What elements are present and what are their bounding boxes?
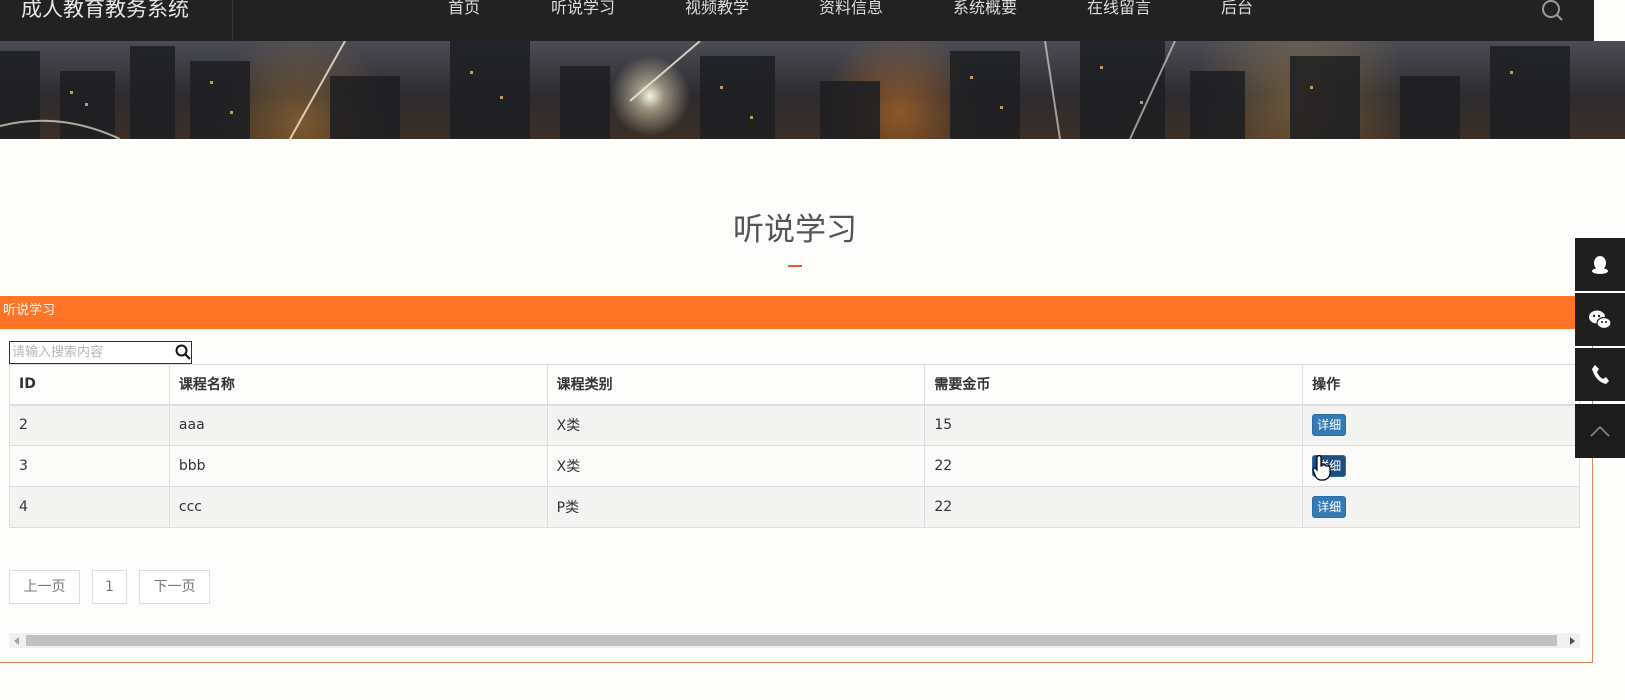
scrollbar-thumb[interactable] xyxy=(26,635,1557,646)
cell-id: 4 xyxy=(9,486,170,528)
cell-coins: 22 xyxy=(924,486,1304,528)
cell-category: P类 xyxy=(546,486,926,528)
top-navbar: 成人教育教务系统 首页 听说学习 视频教学 资料信息 系统概要 在线留言 后台 xyxy=(0,0,1594,41)
nav-item-home[interactable]: 首页 xyxy=(448,0,480,22)
table-header-row: ID 课程名称 课程类别 需要金币 操作 xyxy=(9,364,1580,406)
table-row: 2 aaa X类 15 详细 xyxy=(9,404,1580,446)
phone-icon xyxy=(1592,364,1609,384)
qq-button[interactable] xyxy=(1575,238,1625,291)
nav-item-listening[interactable]: 听说学习 xyxy=(551,0,615,22)
cell-category: X类 xyxy=(546,445,926,487)
scroll-left-arrow-icon[interactable] xyxy=(14,637,19,645)
nav-item-materials[interactable]: 资料信息 xyxy=(819,0,883,22)
back-to-top-button[interactable] xyxy=(1575,404,1625,458)
search-box xyxy=(9,341,192,364)
column-header-id: ID xyxy=(9,364,170,406)
next-page-button[interactable]: 下一页 xyxy=(139,570,210,604)
cell-id: 2 xyxy=(9,404,170,446)
title-divider xyxy=(232,0,233,41)
detail-button[interactable]: 详细 xyxy=(1312,496,1347,518)
header-search-icon[interactable] xyxy=(1540,0,1566,26)
qq-icon xyxy=(1592,255,1608,274)
column-header-category: 课程类别 xyxy=(546,364,926,406)
column-header-action: 操作 xyxy=(1302,364,1580,406)
nav-item-messages[interactable]: 在线留言 xyxy=(1087,0,1151,22)
horizontal-scrollbar[interactable] xyxy=(9,633,1580,648)
cell-name: bbb xyxy=(168,445,548,487)
cell-action: 详细 xyxy=(1302,445,1580,487)
detail-button[interactable]: 详细 xyxy=(1312,455,1347,477)
banner-image xyxy=(0,41,1625,139)
scroll-right-arrow-icon[interactable] xyxy=(1570,637,1575,645)
cell-action: 详细 xyxy=(1302,486,1580,528)
cell-coins: 15 xyxy=(924,404,1304,446)
cell-category: X类 xyxy=(546,404,926,446)
search-icon[interactable] xyxy=(175,344,191,360)
column-header-coins: 需要金币 xyxy=(924,364,1304,406)
site-title[interactable]: 成人教育教务系统 xyxy=(21,0,189,24)
panel-header: 听说学习 xyxy=(0,296,1577,329)
cell-name: aaa xyxy=(168,404,548,446)
cell-action: 详细 xyxy=(1302,404,1580,446)
cell-coins: 22 xyxy=(924,445,1304,487)
cell-id: 3 xyxy=(9,445,170,487)
table-row: 3 bbb X类 22 详细 xyxy=(9,445,1580,487)
wechat-icon xyxy=(1589,310,1612,329)
column-header-name: 课程名称 xyxy=(168,364,548,406)
wechat-button[interactable] xyxy=(1575,293,1625,346)
page-title: 听说学习 xyxy=(733,212,857,248)
nav-item-video[interactable]: 视频教学 xyxy=(685,0,749,22)
nav-item-admin[interactable]: 后台 xyxy=(1221,0,1253,22)
title-underline xyxy=(788,265,802,267)
cell-name: ccc xyxy=(168,486,548,528)
back-to-top-icon xyxy=(1590,425,1610,437)
table-row: 4 ccc P类 22 详细 xyxy=(9,486,1580,528)
search-input[interactable] xyxy=(10,342,170,363)
page-number-button[interactable]: 1 xyxy=(92,570,127,604)
phone-button[interactable] xyxy=(1575,348,1625,401)
prev-page-button[interactable]: 上一页 xyxy=(9,570,80,604)
course-table: ID 课程名称 课程类别 需要金币 操作 2 aaa X类 15 详细 3 bb… xyxy=(9,364,1580,528)
nav-item-overview[interactable]: 系统概要 xyxy=(953,0,1017,22)
detail-button[interactable]: 详细 xyxy=(1312,414,1347,437)
